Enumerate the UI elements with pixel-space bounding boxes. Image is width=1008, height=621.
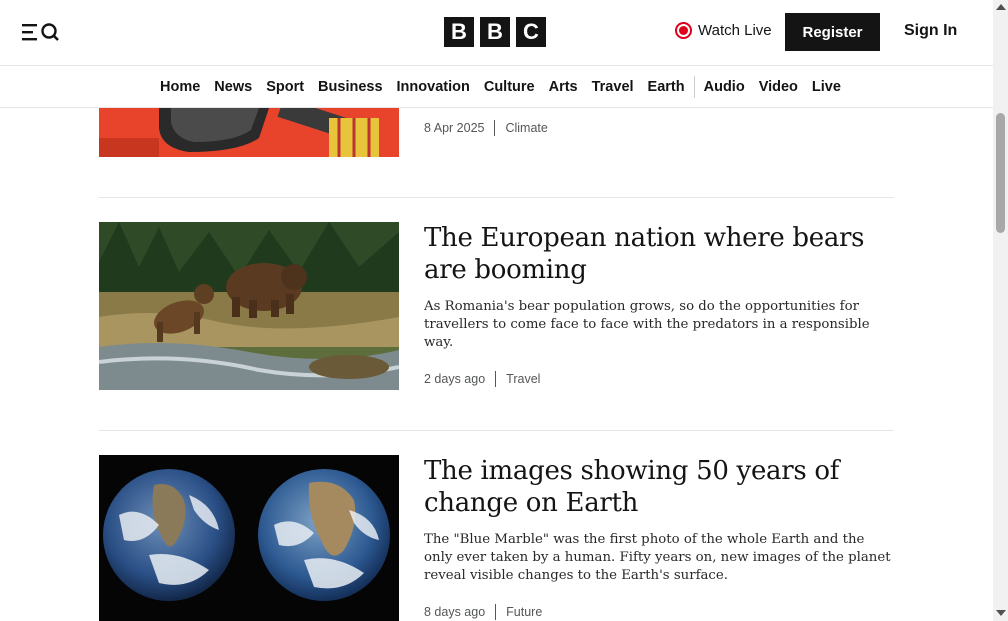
logo-letter: C	[516, 17, 546, 47]
meta-separator	[495, 604, 497, 620]
watch-live-link[interactable]: Watch Live	[675, 22, 772, 39]
scroll-down-icon[interactable]	[996, 610, 1006, 616]
story-section-link[interactable]: Future	[506, 605, 542, 619]
sign-in-link[interactable]: Sign In	[904, 22, 957, 40]
nav-divider	[693, 76, 695, 98]
nav-list: Home News Sport Business Innovation Cult…	[160, 66, 848, 108]
scroll-thumb[interactable]	[996, 113, 1005, 233]
meta-separator	[494, 120, 496, 136]
story-divider	[99, 197, 894, 198]
live-dot-icon	[675, 22, 692, 39]
bbc-logo[interactable]: B B C	[444, 17, 546, 47]
nav-item-earth[interactable]: Earth	[641, 79, 692, 95]
top-bar: B B C Watch Live Register Sign In	[0, 0, 993, 66]
nav-item-home[interactable]: Home	[160, 79, 207, 95]
logo-letter: B	[444, 17, 474, 47]
story-section-link[interactable]: Climate	[505, 121, 547, 135]
meta-separator	[495, 371, 497, 387]
fuel-nozzle-image	[99, 108, 399, 157]
story-date: 2 days ago	[424, 372, 486, 386]
menu-search-icon	[22, 23, 59, 41]
menu-search-button[interactable]	[20, 21, 64, 43]
story-summary: As Romania's bear population grows, so d…	[424, 299, 870, 350]
bears-image	[99, 222, 399, 390]
nav-item-news[interactable]: News	[207, 79, 259, 95]
main-nav: Home News Sport Business Innovation Cult…	[0, 66, 993, 108]
story-meta: 8 Apr 2025 Climate	[424, 120, 548, 136]
logo-letter: B	[480, 17, 510, 47]
story-date: 8 Apr 2025	[424, 121, 485, 135]
nav-item-live[interactable]: Live	[805, 79, 848, 95]
earth-images	[99, 455, 399, 621]
story-headline[interactable]: The European nation where bears are boom…	[424, 222, 894, 286]
nav-item-culture[interactable]: Culture	[477, 79, 542, 95]
story-meta: 2 days ago Travel	[424, 371, 540, 387]
nav-item-arts[interactable]: Arts	[542, 79, 585, 95]
nav-item-sport[interactable]: Sport	[259, 79, 311, 95]
nav-item-business[interactable]: Business	[311, 79, 389, 95]
story-thumbnail[interactable]	[99, 108, 399, 157]
story-section-link[interactable]: Travel	[506, 372, 540, 386]
nav-item-travel[interactable]: Travel	[585, 79, 641, 95]
nav-item-video[interactable]: Video	[752, 79, 805, 95]
nav-item-audio[interactable]: Audio	[697, 79, 752, 95]
story-headline[interactable]: The images showing 50 years of change on…	[424, 455, 894, 519]
nav-item-innovation[interactable]: Innovation	[390, 79, 477, 95]
story-thumbnail[interactable]	[99, 222, 399, 390]
register-button[interactable]: Register	[785, 13, 880, 51]
story-summary: The "Blue Marble" was the first photo of…	[424, 532, 891, 583]
story-divider	[99, 430, 894, 431]
story-thumbnail[interactable]	[99, 455, 399, 621]
vertical-scrollbar[interactable]	[993, 0, 1008, 621]
story-meta: 8 days ago Future	[424, 604, 542, 620]
scroll-up-icon[interactable]	[996, 4, 1006, 10]
story-date: 8 days ago	[424, 605, 486, 619]
watch-live-label: Watch Live	[698, 22, 772, 39]
